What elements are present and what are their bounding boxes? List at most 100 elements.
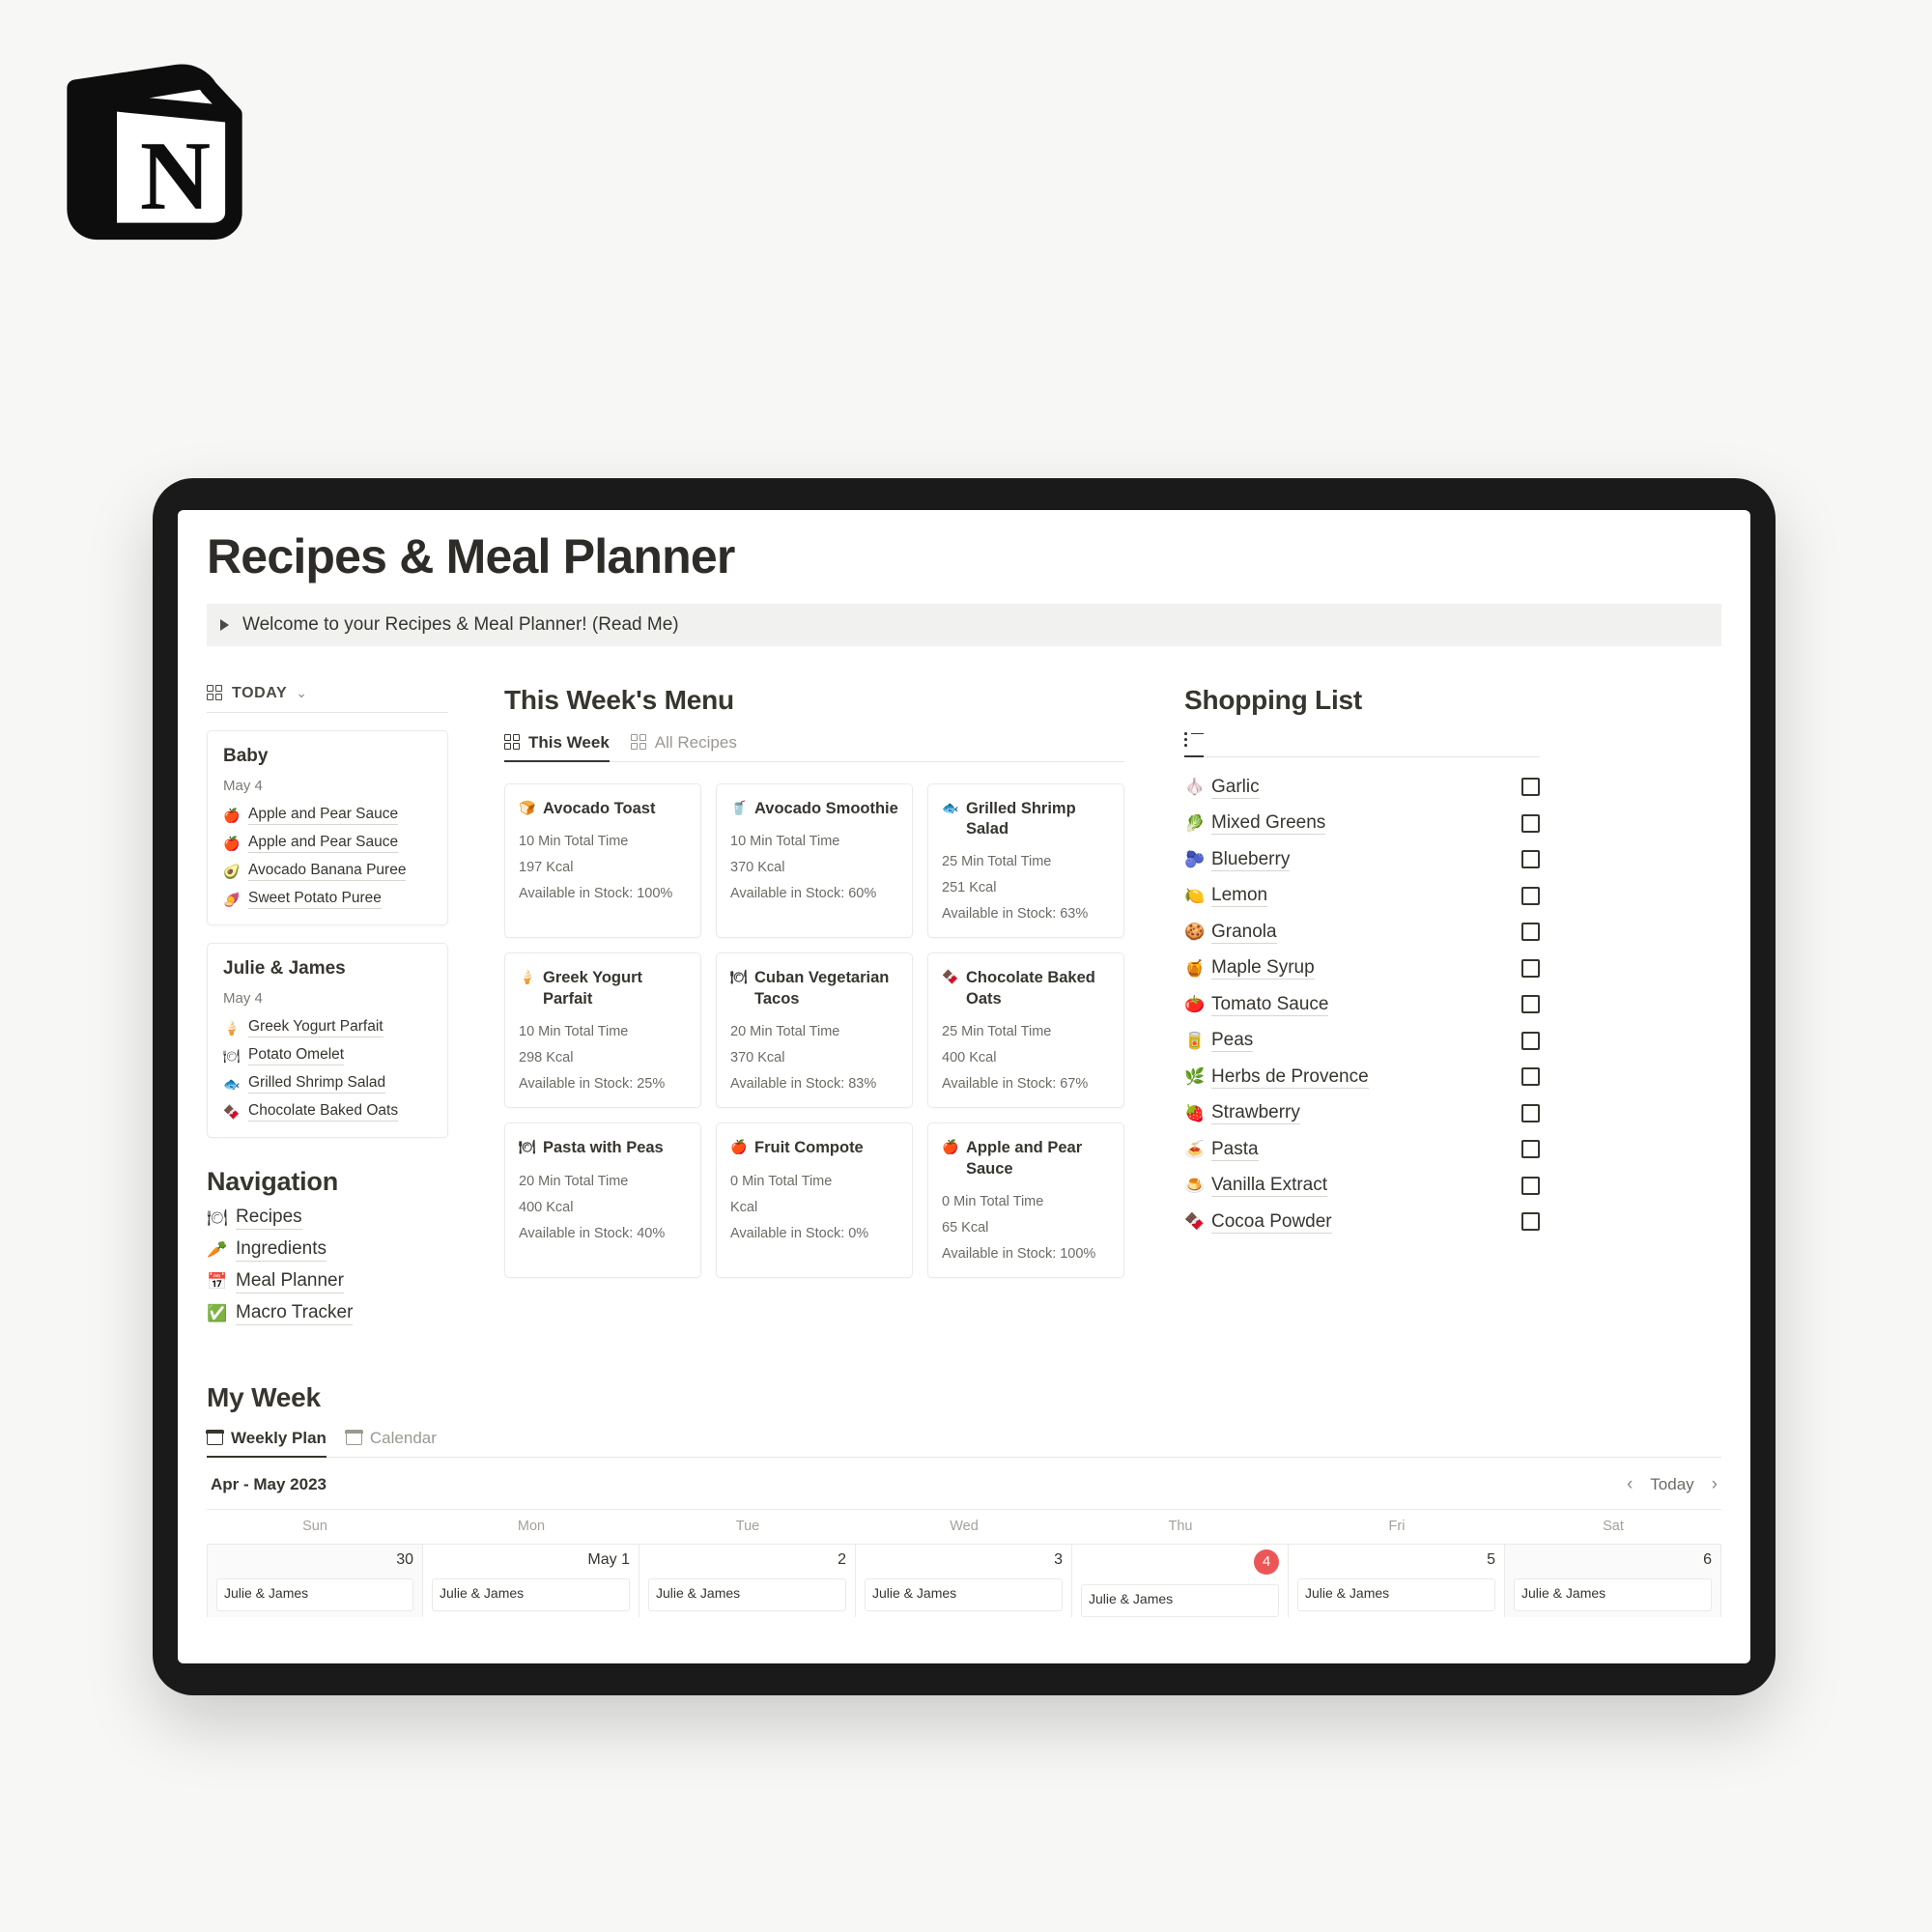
checkbox[interactable] bbox=[1521, 1176, 1540, 1195]
recipe-card[interactable]: 🥤 Avocado Smoothie 10 Min Total Time 370 … bbox=[716, 782, 913, 939]
calendar-event[interactable]: Julie & James bbox=[865, 1577, 1063, 1611]
recipe-card[interactable]: 🍦 Greek Yogurt Parfait 10 Min Total Time … bbox=[504, 952, 701, 1109]
list-item[interactable]: 🍓 Strawberry bbox=[1184, 1102, 1540, 1124]
checkbox[interactable] bbox=[1521, 1212, 1540, 1231]
checkbox[interactable] bbox=[1521, 1067, 1540, 1086]
recipe-stock: Available in Stock: 83% bbox=[730, 1076, 877, 1093]
cutlery-icon: 🍽 bbox=[730, 969, 748, 985]
checkbox[interactable] bbox=[1521, 813, 1540, 833]
sidebar-item-ingredients[interactable]: 🥕 Ingredients bbox=[207, 1238, 448, 1262]
left-column: TODAY ⌄ Baby May 4 🍎 Apple and Pear Sauc… bbox=[207, 685, 448, 1334]
calendar-event[interactable]: Julie & James bbox=[1081, 1583, 1279, 1617]
meal-item[interactable]: 🍽 Potato Omelet bbox=[223, 1046, 432, 1065]
calendar-event[interactable]: Julie & James bbox=[432, 1577, 630, 1611]
welcome-toggle-callout[interactable]: Welcome to your Recipes & Meal Planner! … bbox=[207, 603, 1721, 646]
today-button[interactable]: Today bbox=[1650, 1475, 1693, 1494]
menu-tabs: This Week All Recipes bbox=[504, 733, 1124, 762]
meal-label: Potato Omelet bbox=[248, 1046, 345, 1065]
list-item[interactable]: 🥬 Mixed Greens bbox=[1184, 812, 1540, 835]
toggle-triangle-icon[interactable] bbox=[220, 618, 229, 631]
tab-all-recipes[interactable]: All Recipes bbox=[630, 733, 737, 761]
recipe-card[interactable]: 🍎 Fruit Compote 0 Min Total Time Kcal Ava… bbox=[716, 1122, 913, 1279]
meal-item[interactable]: 🐟 Grilled Shrimp Salad bbox=[223, 1074, 432, 1094]
tab-weekly-plan[interactable]: Weekly Plan bbox=[206, 1429, 327, 1458]
meal-item[interactable]: 🍎 Apple and Pear Sauce bbox=[223, 806, 432, 825]
recipe-card[interactable]: 🍎 Apple and Pear Sauce 0 Min Total Time 6… bbox=[927, 1122, 1124, 1279]
checkbox[interactable] bbox=[1521, 1031, 1540, 1050]
list-item[interactable]: 🧄 Garlic bbox=[1184, 776, 1540, 799]
checkbox[interactable] bbox=[1521, 778, 1540, 796]
meal-item[interactable]: 🍎 Apple and Pear Sauce bbox=[223, 834, 432, 853]
list-item[interactable]: 🍅 Tomato Sauce bbox=[1184, 993, 1540, 1016]
recipe-card[interactable]: 🍫 Chocolate Baked Oats 25 Min Total Time … bbox=[927, 952, 1124, 1109]
today-card-name: Baby bbox=[223, 745, 269, 766]
next-week-button[interactable]: › bbox=[1712, 1474, 1718, 1495]
sidebar-item-label: Recipes bbox=[236, 1207, 302, 1230]
recipe-card[interactable]: 🍽 Pasta with Peas 20 Min Total Time 400 K… bbox=[504, 1122, 701, 1279]
calendar-event[interactable]: Julie & James bbox=[648, 1577, 846, 1611]
sidebar-item-recipes[interactable]: 🍽 Recipes bbox=[207, 1207, 448, 1230]
meal-item[interactable]: 🍫 Chocolate Baked Oats bbox=[223, 1102, 432, 1122]
tab-calendar[interactable]: Calendar bbox=[345, 1429, 437, 1457]
checkbox[interactable] bbox=[1521, 923, 1540, 941]
recipe-name: Apple and Pear Sauce bbox=[966, 1139, 1083, 1178]
checkbox[interactable] bbox=[1521, 1140, 1540, 1158]
recipe-card[interactable]: 🍞 Avocado Toast 10 Min Total Time 197 Kca… bbox=[504, 782, 701, 939]
calendar-day-cell[interactable]: 6 Julie & James bbox=[1505, 1544, 1721, 1617]
list-item[interactable]: 🫐 Blueberry bbox=[1184, 848, 1540, 871]
tab-list-view[interactable] bbox=[1184, 732, 1204, 757]
recipe-time: 0 Min Total Time bbox=[942, 1194, 1044, 1210]
list-item[interactable]: 🍪 Granola bbox=[1184, 921, 1540, 944]
strawberry-icon: 🍓 bbox=[1184, 1103, 1206, 1122]
calendar-event[interactable]: Julie & James bbox=[216, 1577, 413, 1611]
checkbox[interactable] bbox=[1521, 995, 1540, 1013]
checkbox[interactable] bbox=[1521, 1103, 1540, 1122]
navigation-heading: Navigation bbox=[207, 1166, 339, 1196]
chevron-down-icon[interactable]: ⌄ bbox=[296, 685, 307, 701]
notion-logo: N bbox=[58, 58, 251, 246]
calendar-event[interactable]: Julie & James bbox=[1297, 1577, 1495, 1611]
calendar-event[interactable]: Julie & James bbox=[1514, 1577, 1712, 1611]
checkbox[interactable] bbox=[1521, 958, 1540, 978]
sidebar-item-label: Ingredients bbox=[236, 1238, 327, 1262]
tab-this-week[interactable]: This Week bbox=[504, 733, 610, 762]
today-view-header[interactable]: TODAY ⌄ bbox=[207, 685, 448, 713]
meal-label: Greek Yogurt Parfait bbox=[248, 1018, 384, 1037]
today-card[interactable]: Baby May 4 🍎 Apple and Pear Sauce 🍎 Appl… bbox=[207, 729, 448, 925]
list-item[interactable]: 🍝 Pasta bbox=[1184, 1138, 1540, 1161]
day-name: Sun bbox=[302, 1518, 327, 1534]
recipe-kcal: 65 Kcal bbox=[942, 1220, 989, 1236]
recipe-time: 20 Min Total Time bbox=[519, 1173, 629, 1189]
checkbox[interactable] bbox=[1521, 886, 1540, 905]
tablet-screen: Recipes & Meal Planner Welcome to your R… bbox=[178, 510, 1750, 1663]
meal-item[interactable]: 🥑 Avocado Banana Puree bbox=[223, 862, 432, 881]
calendar-day-cell[interactable]: 2 Julie & James bbox=[639, 1544, 856, 1617]
checkbox[interactable] bbox=[1521, 850, 1540, 868]
list-item[interactable]: 🥫 Peas bbox=[1184, 1030, 1540, 1052]
calendar-day-cell[interactable]: 5 Julie & James bbox=[1289, 1544, 1505, 1617]
list-item[interactable]: 🍫 Cocoa Powder bbox=[1184, 1210, 1540, 1234]
calendar-day-cell[interactable]: 4 Julie & James bbox=[1072, 1544, 1289, 1617]
cutlery-icon: 🍽 bbox=[207, 1208, 228, 1227]
sidebar-item-macro-tracker[interactable]: ✅ Macro Tracker bbox=[207, 1302, 448, 1325]
list-item[interactable]: 🍯 Maple Syrup bbox=[1184, 957, 1540, 980]
calendar-day-cell[interactable]: 3 Julie & James bbox=[856, 1544, 1072, 1617]
list-item[interactable]: 🍋 Lemon bbox=[1184, 885, 1540, 907]
screenshot-root: N Recipes & Meal Planner Welcome to your… bbox=[0, 0, 1932, 1932]
list-item[interactable]: 🌿 Herbs de Provence bbox=[1184, 1065, 1540, 1089]
day-name: Fri bbox=[1388, 1518, 1406, 1534]
recipe-card[interactable]: 🐟 Grilled Shrimp Salad 25 Min Total Time … bbox=[927, 782, 1124, 939]
list-item-label: Garlic bbox=[1211, 776, 1260, 799]
calendar-day-cell[interactable]: May 1 Julie & James bbox=[423, 1544, 639, 1617]
today-view-label: TODAY bbox=[232, 684, 288, 701]
recipe-card[interactable]: 🍽 Cuban Vegetarian Tacos 20 Min Total Tim… bbox=[716, 952, 913, 1109]
calendar-day-cell[interactable]: 30 Julie & James bbox=[207, 1544, 423, 1617]
prev-week-button[interactable]: ‹ bbox=[1627, 1474, 1633, 1495]
meal-item[interactable]: 🍠 Sweet Potato Puree bbox=[223, 890, 432, 909]
meal-item[interactable]: 🍦 Greek Yogurt Parfait bbox=[223, 1018, 432, 1037]
list-item[interactable]: 🍮 Vanilla Extract bbox=[1184, 1175, 1540, 1197]
yogurt-icon: 🍦 bbox=[519, 969, 536, 985]
list-item-label: Peas bbox=[1211, 1030, 1254, 1052]
today-card[interactable]: Julie & James May 4 🍦 Greek Yogurt Parfa… bbox=[207, 942, 448, 1138]
sidebar-item-meal-planner[interactable]: 📅 Meal Planner bbox=[207, 1270, 448, 1293]
